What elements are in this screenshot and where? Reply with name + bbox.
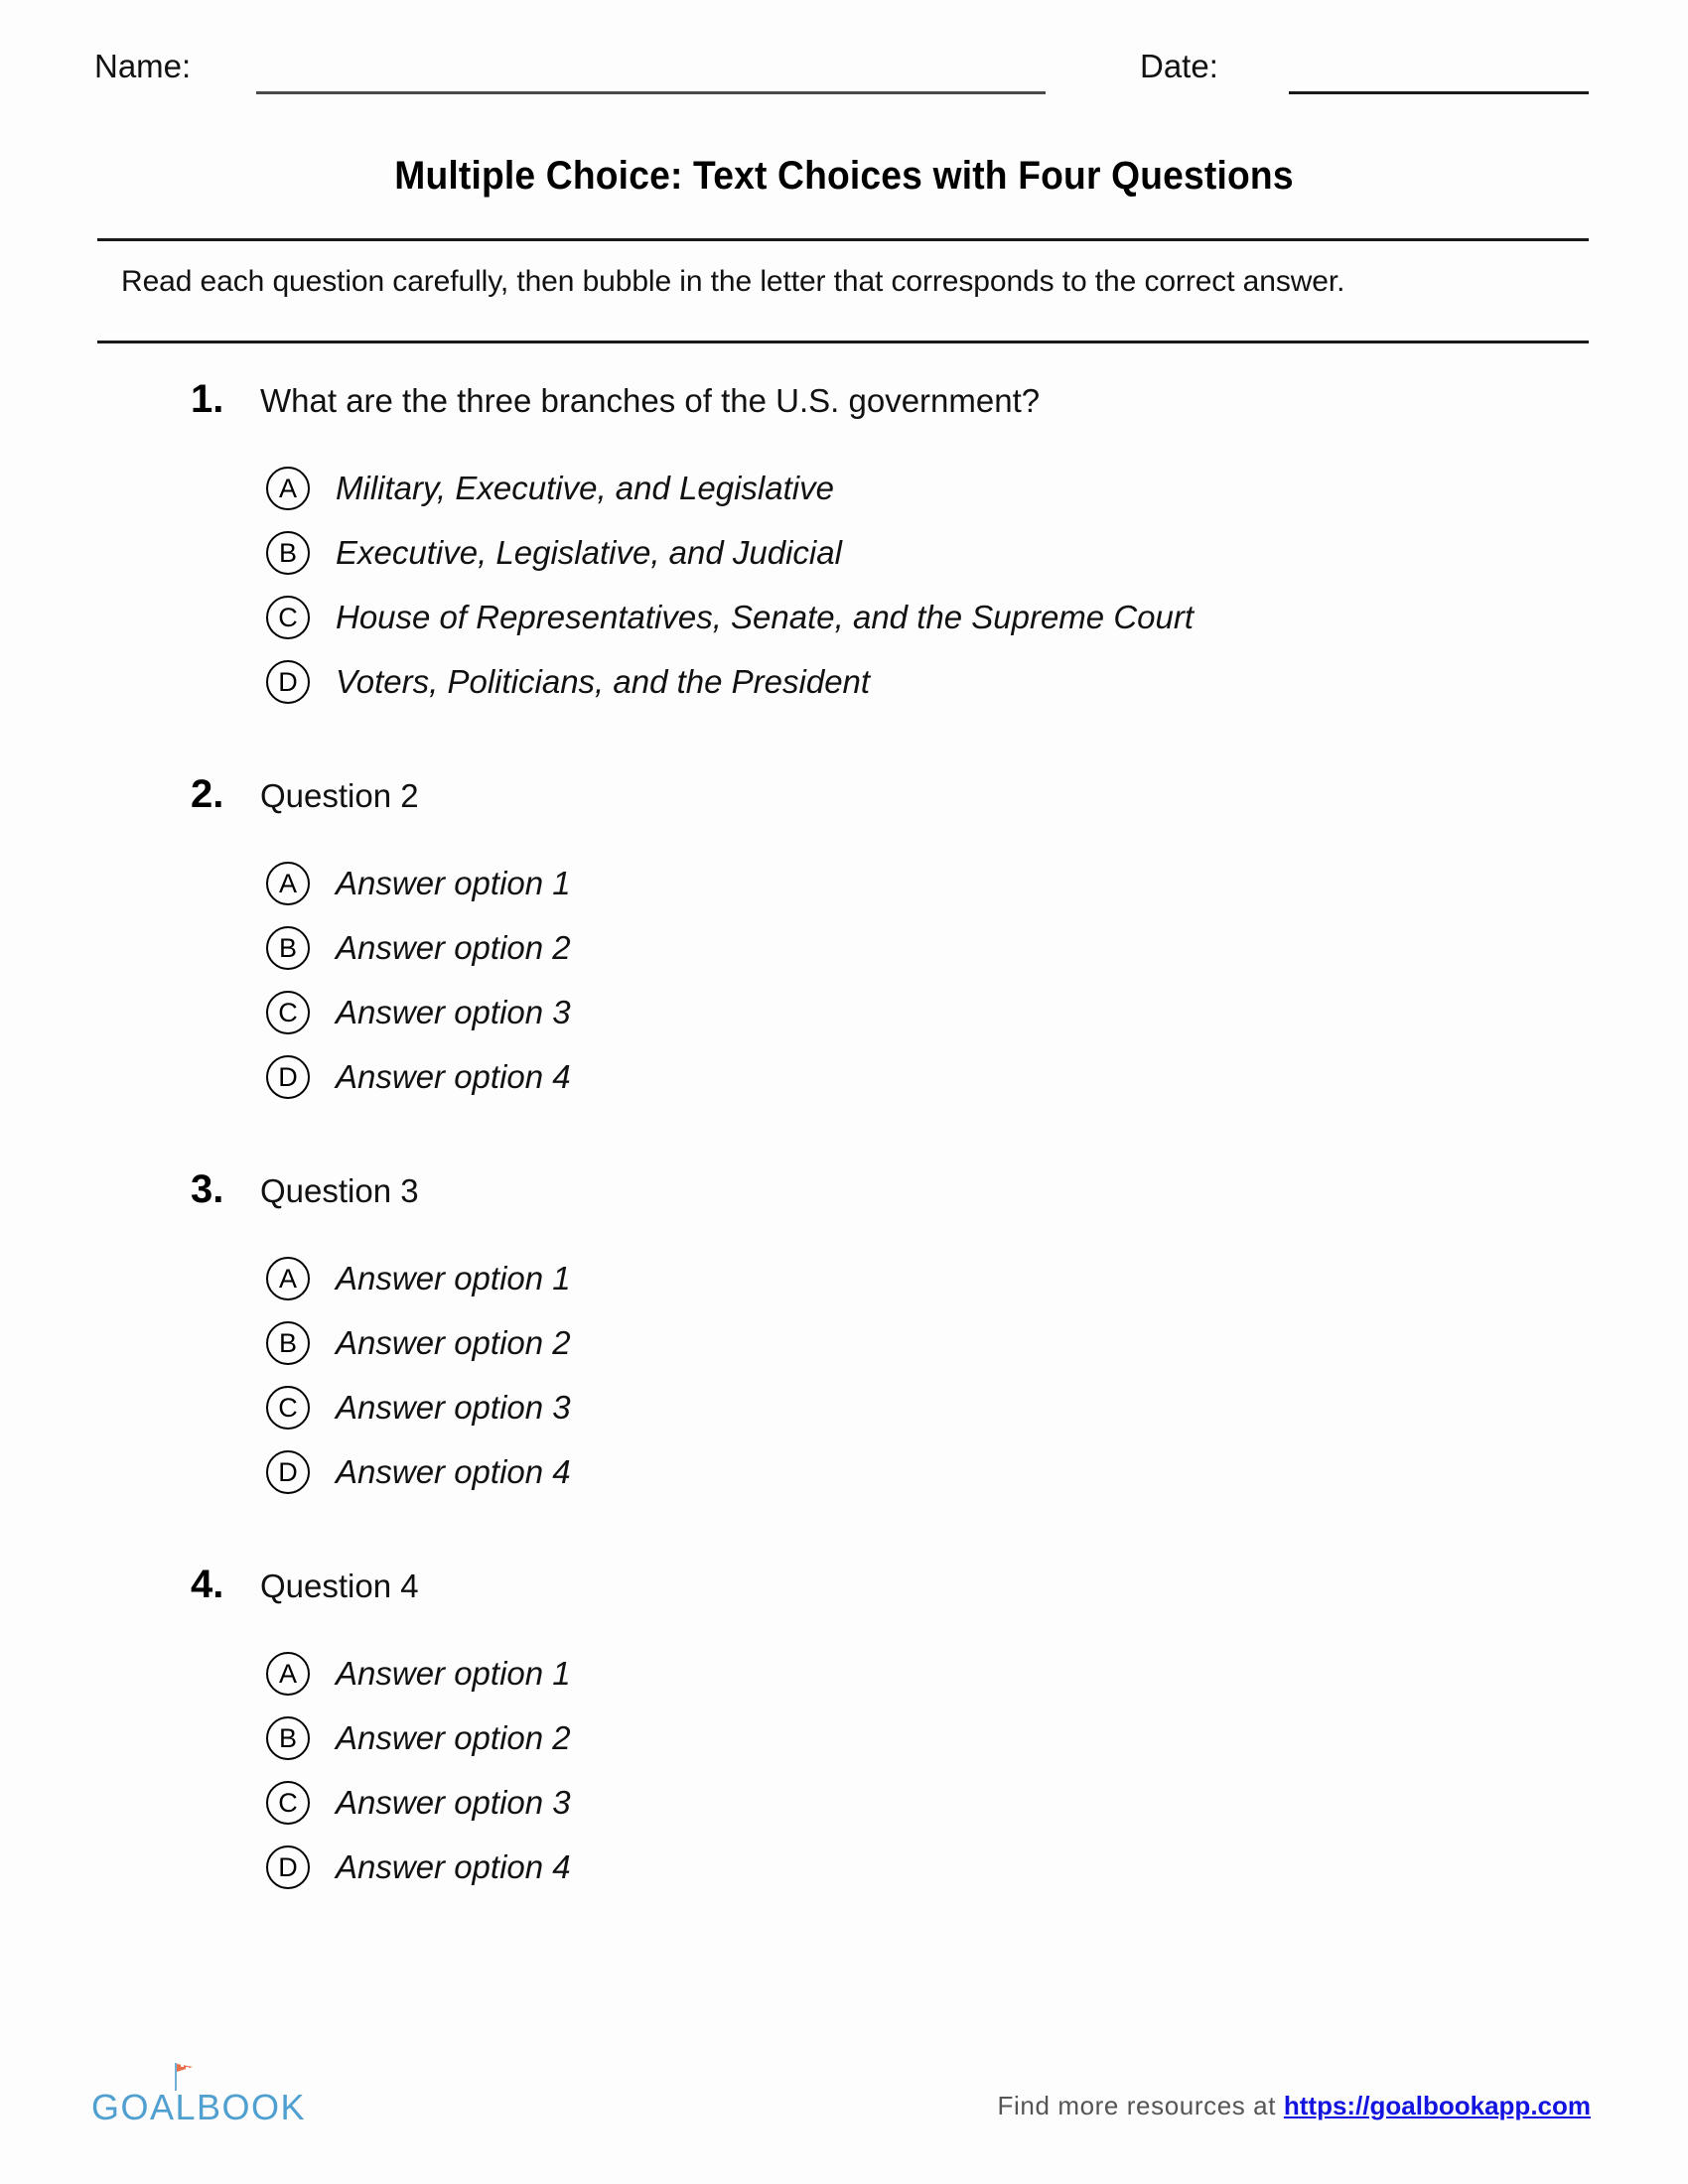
goalbook-logo: GOALBOOK xyxy=(91,2063,307,2132)
answer-option-row[interactable]: C House of Representatives, Senate, and t… xyxy=(0,594,1688,658)
answer-option-text: Executive, Legislative, and Judicial xyxy=(336,534,842,571)
answer-option-row[interactable]: A Answer option 1 xyxy=(0,860,1688,924)
answer-bubble-d[interactable]: D xyxy=(266,1055,310,1099)
answer-option-row[interactable]: A Answer option 1 xyxy=(0,1255,1688,1319)
answer-bubble-a[interactable]: A xyxy=(266,467,310,510)
answer-option-text: Answer option 3 xyxy=(336,1784,571,1821)
date-label: Date: xyxy=(1140,48,1218,84)
question-text: Question 4 xyxy=(260,1568,419,1604)
answer-option-text: Answer option 4 xyxy=(336,1058,571,1095)
page-title: Multiple Choice: Text Choices with Four … xyxy=(394,154,1294,198)
question-text: Question 3 xyxy=(260,1172,419,1209)
question-text: Question 2 xyxy=(260,777,419,814)
answer-option-row[interactable]: B Answer option 2 xyxy=(0,924,1688,989)
name-input-line[interactable] xyxy=(256,91,1046,94)
answer-option-text: Answer option 3 xyxy=(336,1389,571,1426)
question-block: 4. Question 4 A Answer option 1 B Answer opti… xyxy=(0,1563,1688,1908)
instructions-text: Read each question carefully, then bubbl… xyxy=(121,265,1345,298)
flag-icon xyxy=(175,2063,193,2091)
goalbook-logo-text: GOALBOOK xyxy=(91,2087,307,2127)
answer-option-text: Military, Executive, and Legislative xyxy=(336,470,834,506)
answer-options: A Military, Executive, and Legislative B Ex… xyxy=(0,465,1688,723)
answer-option-row[interactable]: D Answer option 4 xyxy=(0,1053,1688,1118)
answer-option-text: Answer option 1 xyxy=(336,1260,571,1297)
question-header: 3. Question 3 xyxy=(0,1167,1688,1223)
answer-options: A Answer option 1 B Answer option 2 C Answer … xyxy=(0,860,1688,1118)
answer-bubble-c[interactable]: C xyxy=(266,1386,310,1430)
answer-option-text: House of Representatives, Senate, and th… xyxy=(336,599,1195,635)
answer-bubble-d[interactable]: D xyxy=(266,1450,310,1494)
questions-list: 1. What are the three branches of the U.S… xyxy=(0,377,1688,1958)
answer-option-text: Answer option 4 xyxy=(336,1848,571,1885)
answer-bubble-b[interactable]: B xyxy=(266,531,310,575)
answer-bubble-c[interactable]: C xyxy=(266,596,310,639)
answer-option-text: Answer option 4 xyxy=(336,1453,571,1490)
footer-note-prefix: Find more resources at xyxy=(997,2091,1284,2120)
question-number: 3. xyxy=(191,1167,224,1211)
goalbook-link[interactable]: https://goalbookapp.com xyxy=(1284,2091,1591,2120)
answer-options: A Answer option 1 B Answer option 2 C Answer … xyxy=(0,1255,1688,1513)
answer-option-text: Answer option 1 xyxy=(336,865,571,901)
divider-top xyxy=(97,238,1589,241)
date-input-line[interactable] xyxy=(1289,91,1589,94)
answer-bubble-c[interactable]: C xyxy=(266,991,310,1034)
answer-option-text: Answer option 2 xyxy=(336,1324,571,1361)
question-header: 4. Question 4 xyxy=(0,1563,1688,1618)
answer-option-text: Answer option 1 xyxy=(336,1655,571,1692)
answer-option-row[interactable]: D Answer option 4 xyxy=(0,1448,1688,1513)
answer-option-text: Voters, Politicians, and the President xyxy=(336,663,871,700)
worksheet-page: Name: Date: Multiple Choice: Text Choice… xyxy=(0,0,1688,2184)
name-date-row: Name: Date: xyxy=(0,48,1688,107)
question-header: 1. What are the three branches of the U.S… xyxy=(0,377,1688,433)
answer-bubble-a[interactable]: A xyxy=(266,1257,310,1300)
answer-bubble-d[interactable]: D xyxy=(266,660,310,704)
answer-option-row[interactable]: B Answer option 2 xyxy=(0,1319,1688,1384)
answer-option-row[interactable]: C Answer option 3 xyxy=(0,1779,1688,1843)
footer-note: Find more resources at https://goalbooka… xyxy=(998,2091,1591,2121)
question-block: 1. What are the three branches of the U.S… xyxy=(0,377,1688,723)
answer-bubble-d[interactable]: D xyxy=(266,1845,310,1889)
name-label: Name: xyxy=(94,48,192,84)
answer-option-row[interactable]: D Answer option 4 xyxy=(0,1843,1688,1908)
divider-bottom xyxy=(97,341,1589,343)
answer-option-row[interactable]: C Answer option 3 xyxy=(0,989,1688,1053)
answer-bubble-b[interactable]: B xyxy=(266,1321,310,1365)
question-text: What are the three branches of the U.S. … xyxy=(260,382,1041,419)
question-header: 2. Question 2 xyxy=(0,772,1688,828)
question-block: 3. Question 3 A Answer option 1 B Answer opti… xyxy=(0,1167,1688,1513)
page-footer: GOALBOOK Find more resources at https://… xyxy=(0,2063,1688,2174)
answer-bubble-a[interactable]: A xyxy=(266,1652,310,1696)
answer-option-row[interactable]: B Answer option 2 xyxy=(0,1714,1688,1779)
answer-option-text: Answer option 2 xyxy=(336,1719,571,1756)
question-number: 2. xyxy=(191,772,224,816)
answer-option-row[interactable]: C Answer option 3 xyxy=(0,1384,1688,1448)
answer-option-row[interactable]: B Executive, Legislative, and Judicial xyxy=(0,529,1688,594)
answer-bubble-b[interactable]: B xyxy=(266,926,310,970)
answer-bubble-b[interactable]: B xyxy=(266,1716,310,1760)
answer-option-text: Answer option 3 xyxy=(336,994,571,1030)
answer-options: A Answer option 1 B Answer option 2 C Answer … xyxy=(0,1650,1688,1908)
answer-option-row[interactable]: A Military, Executive, and Legislative xyxy=(0,465,1688,529)
answer-bubble-c[interactable]: C xyxy=(266,1781,310,1825)
answer-bubble-a[interactable]: A xyxy=(266,862,310,905)
answer-option-row[interactable]: A Answer option 1 xyxy=(0,1650,1688,1714)
answer-option-row[interactable]: D Voters, Politicians, and the President xyxy=(0,658,1688,723)
answer-option-text: Answer option 2 xyxy=(336,929,571,966)
question-block: 2. Question 2 A Answer option 1 B Answer opti… xyxy=(0,772,1688,1118)
question-number: 4. xyxy=(191,1563,224,1606)
question-number: 1. xyxy=(191,377,224,421)
